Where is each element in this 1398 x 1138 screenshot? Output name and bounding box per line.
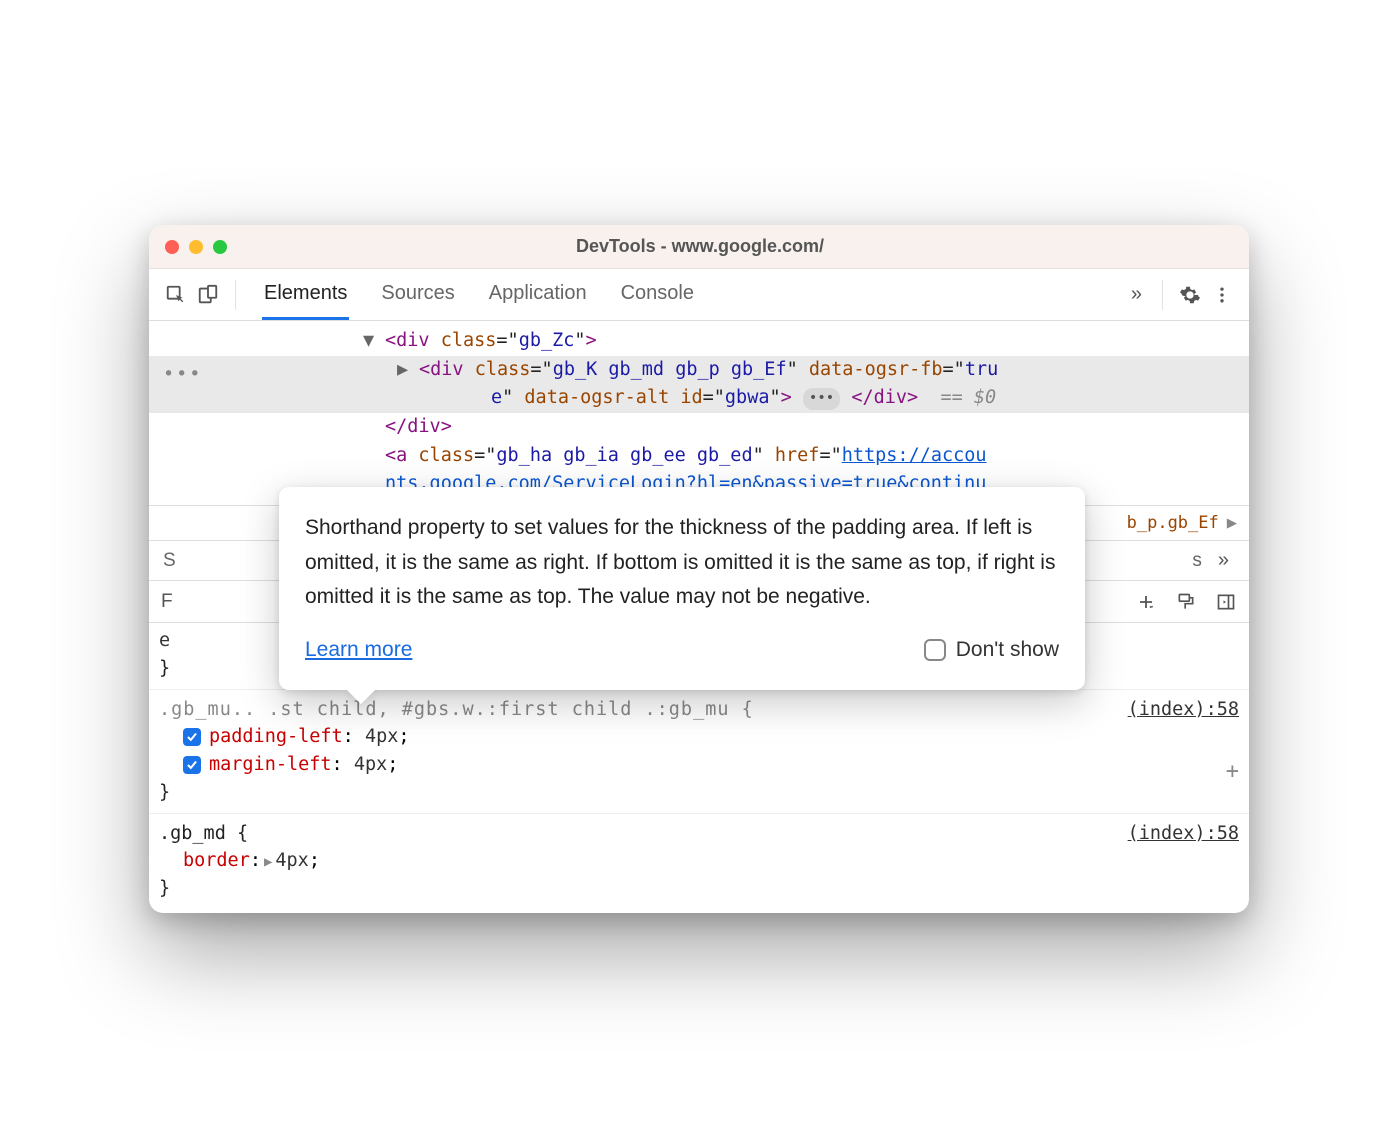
dont-show-option[interactable]: Don't show <box>924 633 1059 668</box>
breadcrumb-item[interactable]: b_p.gb_Ef <box>1127 513 1219 533</box>
attr-name: class <box>441 330 497 351</box>
dom-node-selected-cont[interactable]: e" data-ogsr-alt id="gbwa"> ••• </div> =… <box>149 384 1249 413</box>
style-property[interactable]: margin-left: 4px; <box>183 751 1239 779</box>
property-name[interactable]: padding-left <box>209 726 343 747</box>
tab-elements[interactable]: Elements <box>262 270 349 320</box>
ellipsis-icon[interactable]: ••• <box>803 388 840 410</box>
checkbox-icon[interactable] <box>924 639 946 661</box>
property-value[interactable]: 4px <box>365 726 398 747</box>
style-property[interactable]: padding-left: 4px; <box>183 723 1239 751</box>
titlebar: DevTools - www.google.com/ <box>149 225 1249 269</box>
dom-node[interactable]: <a class="gb_ha gb_ia gb_ee gb_ed" href=… <box>149 442 1249 471</box>
attr-name: href <box>775 445 820 466</box>
attr-value: tru <box>965 359 998 380</box>
plus-icon[interactable] <box>1135 591 1157 613</box>
rule-selector[interactable]: .gb_md { <box>159 820 248 848</box>
tab-console[interactable]: Console <box>619 270 696 320</box>
selected-marker: == $0 <box>940 387 996 408</box>
row-menu-icon[interactable]: ••• <box>163 361 202 390</box>
dom-tree[interactable]: ••• ▼<div class="gb_Zc"> ▶<div class="gb… <box>149 321 1249 505</box>
rule-brace: } <box>159 779 1239 807</box>
attr-name: data-ogsr-fb <box>809 359 943 380</box>
attr-name: data-ogsr-alt <box>524 387 669 408</box>
chevron-right-icon[interactable]: ▶ <box>1227 513 1237 533</box>
rule-selector[interactable]: .gb_mu.. .st child, #gbs.w.:first child … <box>159 696 754 724</box>
separator <box>235 280 236 310</box>
more-tabs-icon[interactable]: » <box>1121 283 1148 306</box>
css-doc-tooltip: Shorthand property to set values for the… <box>279 487 1085 690</box>
tab-application[interactable]: Application <box>487 270 589 320</box>
attr-value: e <box>491 387 502 408</box>
add-rule-icon[interactable]: + <box>1226 755 1239 788</box>
property-name[interactable]: margin-left <box>209 754 332 775</box>
filter-fragment[interactable]: F <box>161 591 173 613</box>
kebab-icon[interactable] <box>1209 282 1235 308</box>
attr-value: gb_Zc <box>519 330 575 351</box>
paint-icon[interactable] <box>1175 591 1197 613</box>
tooltip-body: Shorthand property to set values for the… <box>305 511 1059 615</box>
attr-value: gbwa <box>725 387 770 408</box>
rule-source-link[interactable]: (index):58 <box>1128 696 1239 724</box>
window-title: DevTools - www.google.com/ <box>167 236 1233 257</box>
rule-header[interactable]: .gb_mu.. .st child, #gbs.w.:first child … <box>159 696 1239 724</box>
separator <box>1162 280 1163 310</box>
inspect-icon[interactable] <box>163 282 189 308</box>
tooltip-footer: Learn more Don't show <box>305 633 1059 668</box>
device-toggle-icon[interactable] <box>195 282 221 308</box>
rule-separator <box>149 813 1249 814</box>
dont-show-label: Don't show <box>956 633 1059 668</box>
more-tabs-icon[interactable]: » <box>1208 549 1235 572</box>
rule-header[interactable]: .gb_md { (index):58 <box>159 820 1239 848</box>
tab-fragment[interactable]: S <box>163 550 176 572</box>
property-name[interactable]: border <box>183 850 250 871</box>
expand-icon[interactable]: ▶ <box>264 854 272 870</box>
rule-brace: } <box>159 875 1239 903</box>
rule-source-link[interactable]: (index):58 <box>1128 820 1239 848</box>
panel-toggle-icon[interactable] <box>1215 591 1237 613</box>
learn-more-link[interactable]: Learn more <box>305 633 412 668</box>
checkbox-checked-icon[interactable] <box>183 756 201 774</box>
style-property[interactable]: border:▶4px; <box>183 847 1239 875</box>
href-value[interactable]: https://accou <box>842 445 987 466</box>
attr-name: id <box>680 387 702 408</box>
dom-node-selected[interactable]: ▶<div class="gb_K gb_md gb_p gb_Ef" data… <box>149 356 1249 385</box>
dom-node[interactable]: </div> <box>149 413 1249 442</box>
panel-tabs: Elements Sources Application Console <box>262 270 1115 320</box>
main-toolbar: Elements Sources Application Console » <box>149 269 1249 321</box>
tab-sources[interactable]: Sources <box>379 270 456 320</box>
attr-value: gb_K gb_md gb_p gb_Ef <box>553 359 787 380</box>
dom-node[interactable]: ▼<div class="gb_Zc"> <box>149 327 1249 356</box>
property-value[interactable]: 4px <box>354 754 387 775</box>
property-value[interactable]: 4px <box>275 850 308 871</box>
checkbox-checked-icon[interactable] <box>183 728 201 746</box>
tab-fragment[interactable]: s <box>1192 550 1202 572</box>
gear-icon[interactable] <box>1177 282 1203 308</box>
attr-value: gb_ha gb_ia gb_ee gb_ed <box>496 445 752 466</box>
devtools-window: DevTools - www.google.com/ Elements Sour… <box>149 225 1249 913</box>
